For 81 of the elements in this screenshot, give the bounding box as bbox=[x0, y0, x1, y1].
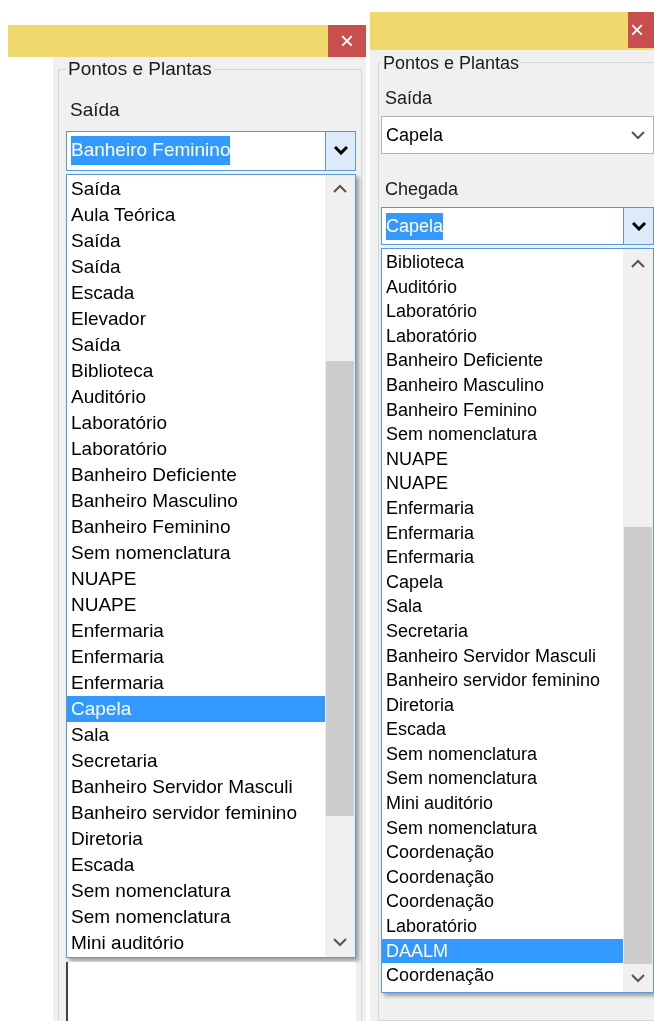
list-item[interactable]: Biblioteca bbox=[382, 250, 623, 275]
list-item[interactable]: Banheiro servidor feminino bbox=[382, 668, 623, 693]
list-item[interactable]: Sala bbox=[67, 721, 325, 748]
list-item[interactable]: Sem nomenclatura bbox=[67, 903, 325, 930]
list-item[interactable]: Coordenação bbox=[382, 963, 623, 988]
scrollbar[interactable] bbox=[623, 249, 653, 992]
list-item[interactable]: Escada bbox=[382, 717, 623, 742]
list-item[interactable]: Banheiro Feminino bbox=[67, 513, 325, 540]
list-item[interactable]: Enfermaria bbox=[67, 669, 325, 696]
list-item[interactable]: NUAPE bbox=[382, 446, 623, 472]
list-item[interactable]: Secretaria bbox=[67, 747, 325, 774]
list-item[interactable]: Mini auditório bbox=[382, 791, 623, 816]
list-item[interactable]: Laboratório bbox=[382, 914, 623, 939]
list-item[interactable]: Enfermaria bbox=[382, 545, 623, 570]
scrollbar-thumb[interactable] bbox=[624, 527, 652, 964]
list-item[interactable]: Biblioteca bbox=[67, 357, 325, 384]
list-item[interactable]: Banheiro Masculino bbox=[67, 487, 325, 514]
list-item[interactable]: Banheiro Feminino bbox=[382, 397, 623, 423]
list-item[interactable]: Laboratório bbox=[382, 299, 623, 324]
list-item[interactable]: Sem nomenclatura bbox=[382, 766, 623, 792]
list-item[interactable]: NUAPE bbox=[67, 565, 325, 592]
list-item[interactable]: Coordenação bbox=[382, 889, 623, 915]
combo-value: Capela bbox=[386, 123, 444, 147]
list-item[interactable]: Mini auditório bbox=[67, 929, 325, 956]
list-item[interactable]: Enfermaria bbox=[67, 643, 325, 670]
list-item[interactable]: Coordenação bbox=[382, 840, 623, 865]
combo-box[interactable]: Capela bbox=[381, 116, 654, 154]
list-item[interactable]: Banheiro servidor feminino bbox=[67, 799, 325, 826]
list-item[interactable]: Elevador bbox=[67, 305, 325, 332]
list-item[interactable]: Secretaria bbox=[382, 618, 623, 644]
list-item[interactable]: Escada bbox=[67, 279, 325, 306]
list-item[interactable]: Banheiro Deficiente bbox=[382, 348, 623, 373]
list-item[interactable]: Capela bbox=[382, 569, 623, 595]
list-item[interactable]: Sem nomenclatura bbox=[67, 877, 325, 904]
field-label: Saída bbox=[384, 87, 433, 110]
list-item[interactable]: Saída bbox=[67, 227, 325, 254]
list-item[interactable]: Banheiro Deficiente bbox=[67, 461, 325, 488]
field-label: Chegada bbox=[384, 178, 459, 201]
close-button[interactable]: × bbox=[328, 25, 366, 57]
list-item[interactable]: Diretoria bbox=[382, 692, 623, 718]
chevron-up-icon bbox=[333, 184, 347, 193]
list-item[interactable]: Saída bbox=[67, 331, 325, 358]
list-item[interactable]: Escada bbox=[67, 851, 325, 878]
chevron-up-icon bbox=[631, 258, 645, 268]
list-item[interactable]: Sala bbox=[382, 594, 623, 619]
field-label: Saída bbox=[69, 98, 120, 122]
list-item[interactable]: Auditório bbox=[382, 274, 623, 300]
chevron-down-icon bbox=[333, 938, 347, 947]
chevron-down-icon bbox=[333, 146, 348, 155]
close-button[interactable]: × bbox=[628, 12, 654, 48]
list-item[interactable]: Coordenação bbox=[382, 864, 623, 890]
list-item[interactable]: Sem nomenclatura bbox=[382, 422, 623, 447]
list-item[interactable]: Laboratório bbox=[67, 409, 325, 436]
list-box[interactable] bbox=[66, 961, 356, 1021]
list-item[interactable]: Banheiro Servidor Masculi bbox=[67, 773, 325, 800]
scrollbar[interactable] bbox=[325, 174, 355, 957]
combo-value: Banheiro Feminino bbox=[71, 136, 231, 165]
list-item[interactable]: Auditório bbox=[67, 383, 325, 410]
list-item[interactable]: Banheiro Servidor Masculi bbox=[382, 643, 623, 669]
list-item[interactable]: Diretoria bbox=[67, 825, 325, 852]
dropdown-button[interactable] bbox=[623, 208, 653, 244]
list-item[interactable]: Sem nomenclatura bbox=[382, 815, 623, 841]
list-item[interactable]: NUAPE bbox=[67, 591, 325, 618]
list-item[interactable]: Laboratório bbox=[67, 435, 325, 462]
list-item[interactable]: Aula Teórica bbox=[67, 201, 325, 228]
list-item[interactable]: NUAPE bbox=[382, 471, 623, 496]
list-item[interactable]: Saída bbox=[67, 175, 325, 202]
chevron-down-icon bbox=[631, 221, 646, 231]
list-item[interactable]: Enfermaria bbox=[382, 495, 623, 521]
combo-value: Capela bbox=[386, 212, 444, 240]
dropdown-button[interactable] bbox=[325, 131, 355, 170]
list-item[interactable]: Enfermaria bbox=[382, 520, 623, 546]
list-item[interactable]: Sem nomenclatura bbox=[382, 741, 623, 767]
list-item[interactable]: Saída bbox=[67, 253, 325, 280]
list-item[interactable]: Sem nomenclatura bbox=[67, 539, 325, 566]
list-item[interactable]: Enfermaria bbox=[67, 617, 325, 644]
chevron-down-icon bbox=[631, 130, 645, 140]
chevron-down-icon bbox=[631, 973, 645, 983]
list-item[interactable]: Banheiro Masculino bbox=[382, 372, 623, 398]
scrollbar-thumb[interactable] bbox=[326, 360, 354, 816]
list-item[interactable]: Laboratório bbox=[382, 323, 623, 349]
